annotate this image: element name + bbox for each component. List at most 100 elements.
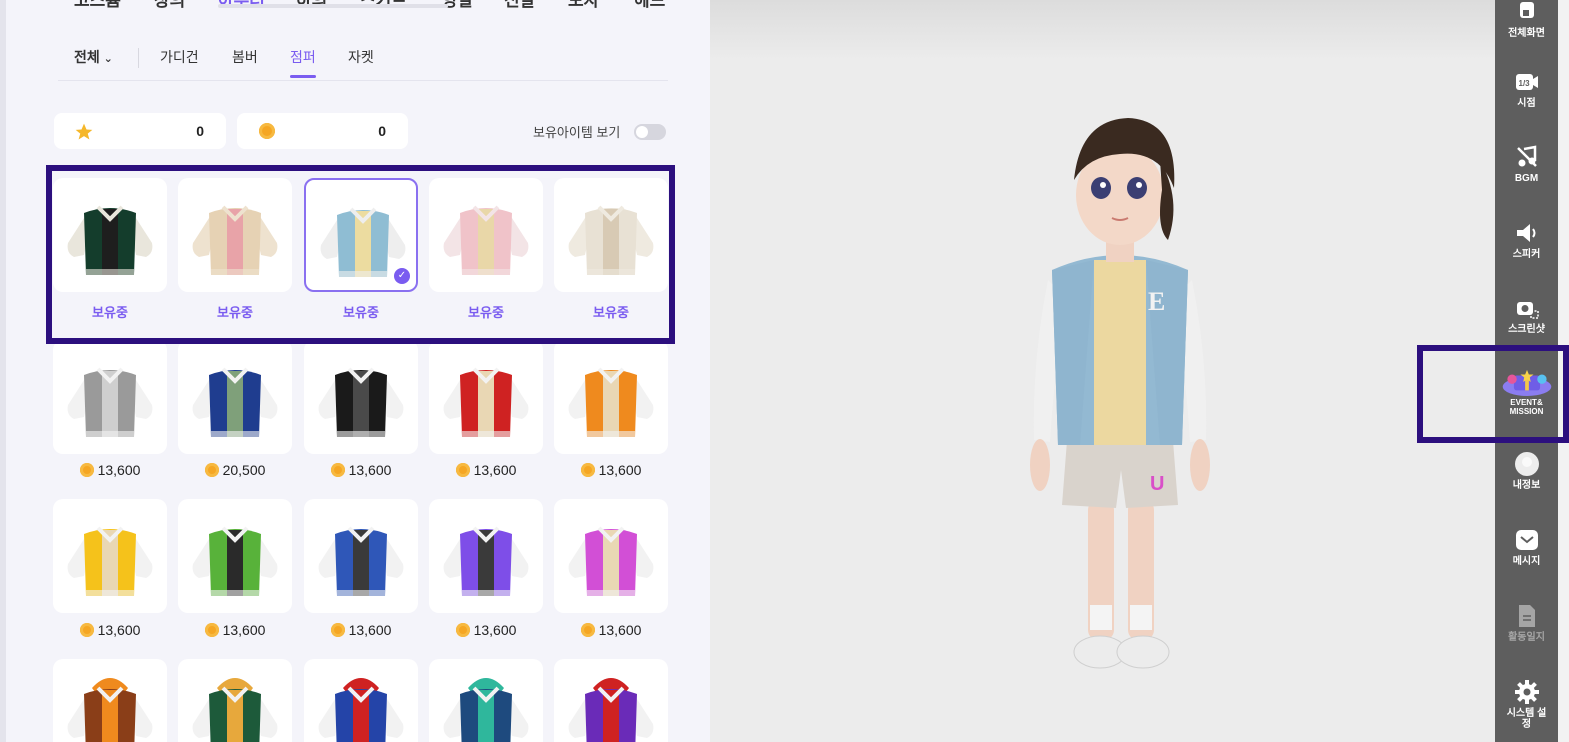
subtab-jacket[interactable]: 자켓	[348, 47, 374, 67]
star-currency: 0	[54, 113, 226, 149]
tab-top[interactable]: 상의	[154, 0, 185, 11]
settings-gear-icon	[1514, 680, 1539, 704]
coin-icon	[330, 463, 345, 477]
star-icon	[75, 123, 93, 140]
toggle-knob	[636, 126, 648, 138]
shop-item-card[interactable]	[554, 499, 668, 613]
tab-head[interactable]: 헤드	[634, 0, 665, 11]
fullscreen-label: 전체화면	[1508, 28, 1545, 39]
item-price: 13,600	[304, 462, 418, 478]
speaker-button[interactable]: 스피커	[1495, 221, 1558, 260]
subtab-all[interactable]: 전체 ⌄	[74, 47, 113, 67]
profile-button[interactable]: 내정보	[1495, 452, 1558, 491]
price-value: 13,600	[598, 622, 642, 638]
svg-text:E: E	[1148, 287, 1165, 316]
category-tabs: 코스튬 상의 아우터 하의 스커트 양말 신발 모자 헤드	[48, 0, 678, 16]
shop-item-card[interactable]	[304, 340, 418, 454]
message-button[interactable]: 메시지	[1495, 528, 1558, 567]
category-scroll-indicator	[218, 4, 448, 8]
activity-log-button[interactable]: 활동일지	[1495, 604, 1558, 643]
price-value: 20,500	[222, 462, 266, 478]
price-value: 13,600	[97, 622, 141, 638]
shop-item-card[interactable]	[304, 659, 418, 742]
coin-icon	[455, 623, 470, 637]
camera-view-label: 시점	[1517, 98, 1536, 109]
tab-hat[interactable]: 모자	[568, 0, 599, 11]
coin-icon	[580, 623, 595, 637]
coin-icon	[455, 463, 470, 477]
shop-item-card[interactable]	[53, 340, 167, 454]
jacket-thumbnail	[443, 367, 529, 437]
shop-item-card[interactable]	[178, 340, 292, 454]
price-value: 13,600	[598, 462, 642, 478]
camera-view-button[interactable]: 1/3 시점	[1495, 70, 1558, 109]
price-value: 13,600	[473, 622, 517, 638]
screenshot-button[interactable]: 스크린샷	[1495, 296, 1558, 335]
avatar-figure: U E	[1030, 118, 1210, 669]
speaker-icon	[1516, 224, 1535, 242]
camera-view-icon: 1/3	[1515, 74, 1538, 90]
screenshot-icon	[1516, 302, 1539, 319]
bgm-button[interactable]: BGM	[1495, 145, 1558, 184]
coin-icon	[79, 463, 94, 477]
screenshot-label: 스크린샷	[1508, 324, 1545, 335]
shop-item-card[interactable]	[178, 659, 292, 742]
coin-icon	[580, 463, 595, 477]
music-off-icon	[1516, 145, 1537, 167]
item-price: 13,600	[304, 622, 418, 638]
item-shop-panel: 코스튬 상의 아우터 하의 스커트 양말 신발 모자 헤드 전체 ⌄ 가디건 봄…	[0, 0, 710, 742]
item-price: 13,600	[429, 622, 543, 638]
jacket-thumbnail	[192, 367, 278, 437]
activity-log-label: 활동일지	[1508, 632, 1545, 643]
avatar-viewport[interactable]: U E	[710, 0, 1495, 742]
svg-text:U: U	[1150, 473, 1164, 495]
settings-label: 시스템 설정	[1506, 708, 1547, 730]
shop-item-card[interactable]	[554, 340, 668, 454]
fullscreen-button[interactable]: 전체화면	[1495, 0, 1558, 39]
shop-item-card[interactable]	[429, 499, 543, 613]
message-label: 메시지	[1512, 556, 1541, 567]
price-value: 13,600	[348, 622, 392, 638]
subcategory-tabs: 전체 ⌄ 가디건 봄버 점퍼 자켓	[58, 40, 668, 81]
item-price: 20,500	[178, 462, 292, 478]
profile-label: 내정보	[1512, 480, 1541, 491]
shop-item-card[interactable]	[53, 659, 167, 742]
fullscreen-icon	[1519, 2, 1534, 18]
shop-item-card[interactable]	[429, 659, 543, 742]
profile-icon	[1514, 452, 1539, 476]
speaker-label: 스피커	[1512, 249, 1541, 260]
message-icon	[1515, 530, 1538, 550]
settings-button[interactable]: 시스템 설정	[1495, 680, 1558, 730]
jacket-thumbnail	[318, 367, 404, 437]
tab-costume[interactable]: 코스튬	[74, 0, 121, 11]
chevron-down-icon: ⌄	[103, 53, 113, 65]
shop-item-card[interactable]	[304, 499, 418, 613]
price-value: 13,600	[222, 622, 266, 638]
shop-item-card[interactable]	[429, 340, 543, 454]
item-price: 13,600	[554, 622, 668, 638]
shop-item-card[interactable]	[554, 659, 668, 742]
jacket-thumbnail	[568, 526, 654, 596]
coin-icon	[79, 623, 94, 637]
subtab-jumper[interactable]: 점퍼	[290, 47, 316, 67]
tab-shoes[interactable]: 신발	[504, 0, 535, 11]
camera-view-icon-text: 1/3	[1518, 79, 1530, 88]
coin-icon	[204, 463, 219, 477]
jacket-thumbnail	[192, 526, 278, 596]
item-price: 13,600	[429, 462, 543, 478]
panel-edge	[0, 0, 6, 742]
jacket-thumbnail	[318, 678, 404, 742]
coin-currency: 0	[237, 113, 408, 149]
shop-item-card[interactable]	[178, 499, 292, 613]
shop-item-card[interactable]	[53, 499, 167, 613]
item-price: 13,600	[178, 622, 292, 638]
event-button-highlight	[1417, 345, 1569, 443]
subtab-divider	[138, 48, 139, 68]
price-value: 13,600	[348, 462, 392, 478]
price-value: 13,600	[97, 462, 141, 478]
subtab-bomber[interactable]: 봄버	[232, 47, 258, 67]
subtab-active-indicator	[290, 75, 316, 78]
subtab-cardigan[interactable]: 가디건	[160, 47, 199, 67]
jacket-thumbnail	[568, 678, 654, 742]
owned-items-toggle[interactable]	[634, 124, 666, 140]
